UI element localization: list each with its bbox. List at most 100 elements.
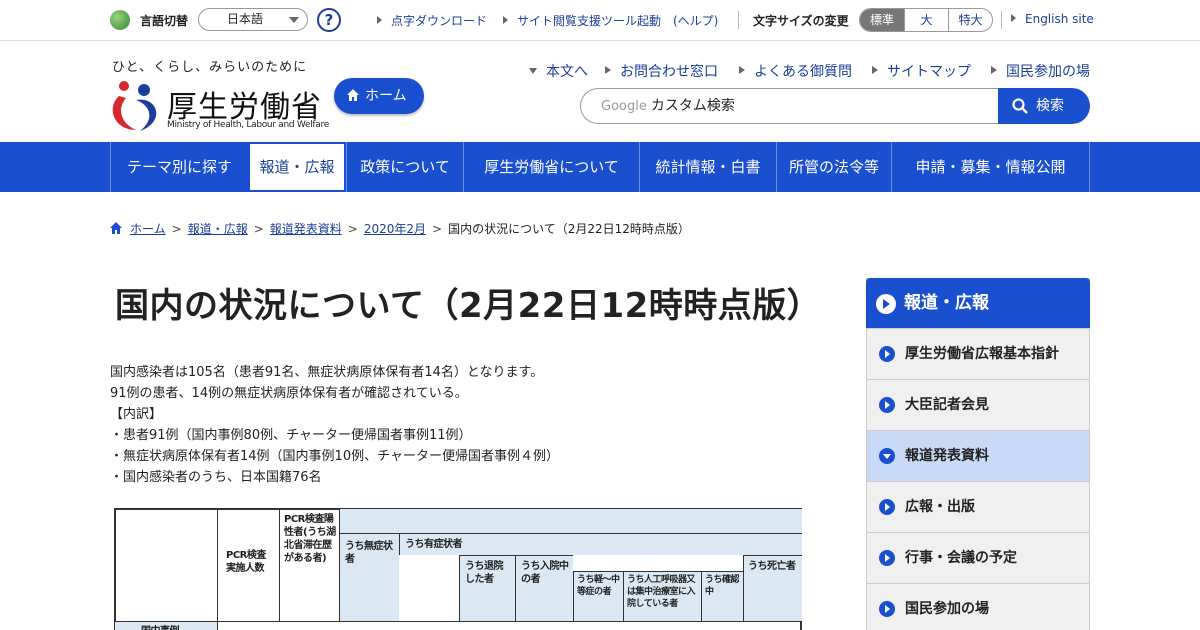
sidebar-item-press-releases[interactable]: 報道発表資料 (867, 430, 1089, 481)
table-corner (115, 509, 217, 621)
header-band (339, 509, 802, 533)
font-size-large-button[interactable]: 大 (904, 9, 948, 31)
breadcrumb-month[interactable]: 2020年2月 (364, 222, 426, 236)
header-deaths: うち死亡者 (743, 555, 802, 621)
search-icon (1012, 98, 1028, 114)
breadcrumb-current: 国内の状況について（2月22日12時時点版） (448, 222, 690, 236)
circle-arrow-icon (879, 550, 895, 566)
breadcrumb: ホーム > 報道・広報 > 報道発表資料 >2020年2月 > 国内の状況について（2月22日… (110, 220, 690, 237)
sidebar-item-pr-policy[interactable]: 厚生労働省広報基本指針 (867, 328, 1089, 379)
sidebar-item-press-conference[interactable]: 大臣記者会見 (867, 379, 1089, 430)
sidebar-heading[interactable]: 報道・広報 (866, 278, 1090, 328)
gnav-item-press[interactable]: 報道・広報 (248, 142, 346, 192)
public-participation-link[interactable]: 国民参加の場 (991, 61, 1090, 81)
sidebar-item-events[interactable]: 行事・会議の予定 (867, 532, 1089, 583)
triangle-right-icon (605, 66, 611, 74)
english-site-link[interactable]: English site (1011, 12, 1094, 26)
language-label: 言語切替 (140, 14, 189, 28)
triangle-right-icon (739, 66, 745, 74)
sidebar-item-label: 広報・出版 (905, 499, 975, 515)
font-size-label: 文字サイズの変更 (753, 14, 849, 28)
header-mild: うち軽〜中等症の者 (573, 571, 623, 621)
circle-arrow-icon (879, 346, 895, 362)
paragraph: 国内感染者は105名（患者91名、無症状病原体保有者14名）となります。 (110, 365, 544, 380)
gnav-item-applications[interactable]: 申請・募集・情報公開 (891, 142, 1090, 192)
breadcrumb-separator: > (171, 222, 182, 236)
header-severe: うち人工呼吸器又は集中治療室に入院している者 (623, 571, 701, 621)
circle-arrow-icon (879, 397, 895, 413)
chevron-down-icon (289, 17, 299, 23)
divider (738, 11, 739, 29)
breadcrumb-press[interactable]: 報道・広報 (188, 222, 248, 236)
globe-icon (110, 10, 130, 30)
breadcrumb-home[interactable]: ホーム (130, 222, 166, 236)
contact-link[interactable]: お問合わせ窓口 (605, 61, 718, 81)
link-label: よくある御質問 (754, 64, 852, 80)
header-discharged: うち退院した者 (459, 555, 515, 621)
triangle-right-icon (991, 66, 997, 74)
paragraph: ・無症状病原体保有者14例（国内事例10例、チャーター便帰国者事例４例） (110, 449, 559, 464)
row-label-domestic: 国内事例 (115, 621, 217, 630)
header-hospitalized: うち入院中の者 (515, 555, 573, 621)
link-label: 国民参加の場 (1006, 64, 1090, 80)
gnav-item-policy[interactable]: 政策について (346, 142, 463, 192)
accessibility-tool-link[interactable]: サイト閲覧支援ツール起動 (ヘルプ) (503, 12, 718, 29)
circle-arrow-icon (879, 601, 895, 617)
circle-arrow-icon (879, 499, 895, 515)
link-label: サイトマップ (887, 64, 971, 80)
page-title: 国内の状況について（2月22日12時時点版） (115, 286, 822, 326)
home-button-label: ホーム (365, 88, 407, 104)
font-size-switcher: 標準 大 特大 (859, 8, 993, 32)
font-size-xlarge-button[interactable]: 特大 (948, 9, 992, 31)
table-row (217, 621, 802, 630)
case-table-image: PCR検査実施人数 PCR検査陽性者(うち湖北省滞在歴がある者) うち無症状者 … (114, 508, 802, 630)
gnav-item-themes[interactable]: テーマ別に探す (110, 142, 248, 192)
language-select[interactable]: 日本語 (198, 8, 308, 31)
faq-link[interactable]: よくある御質問 (739, 61, 852, 81)
language-selected-value: 日本語 (226, 12, 263, 26)
skip-to-content-link[interactable]: 本文へ (529, 61, 588, 81)
sitemap-link[interactable]: サイトマップ (872, 61, 971, 81)
mhlw-logo-icon[interactable] (110, 78, 162, 132)
circle-arrow-icon (876, 294, 896, 314)
utility-bar: 言語切替 日本語 ? 点字ダウンロード サイト閲覧支援ツール起動 (ヘルプ) 文… (0, 0, 1200, 41)
header-confirming: うち確認中 (701, 571, 743, 621)
search-button[interactable]: 検索 (998, 88, 1090, 124)
help-icon[interactable]: ? (317, 8, 341, 32)
sidebar-item-participation[interactable]: 国民参加の場 (867, 583, 1089, 630)
header-pcr-positive: PCR検査陽性者(うち湖北省滞在歴がある者) (279, 509, 339, 621)
gnav-item-about[interactable]: 厚生労働省について (463, 142, 639, 192)
paragraph: ・国内感染者のうち、日本国籍76名 (110, 470, 322, 485)
braille-download-link[interactable]: 点字ダウンロード (377, 12, 487, 29)
breadcrumb-separator: > (253, 222, 264, 236)
sidebar: 報道・広報 厚生労働省広報基本指針 大臣記者会見 報道発表資料 広報・出版 行事… (866, 278, 1090, 630)
breadcrumb-separator: > (432, 222, 443, 236)
sidebar-heading-label: 報道・広報 (904, 293, 989, 313)
article-body: 国内感染者は105名（患者91名、無症状病原体保有者14名）となります。 91例… (110, 362, 559, 488)
paragraph: 【内訳】 (110, 407, 163, 422)
sidebar-item-label: 国民参加の場 (905, 601, 989, 617)
sidebar-item-label: 行事・会議の予定 (905, 550, 1017, 566)
circle-chevron-down-icon (879, 448, 895, 464)
sidebar-item-label: 厚生労働省広報基本指針 (905, 346, 1059, 362)
paragraph: ・患者91例（国内事例80例、チャーター便帰国者事例11例） (110, 428, 472, 443)
link-label: 本文へ (546, 64, 588, 80)
font-size-standard-button[interactable]: 標準 (860, 9, 904, 31)
home-icon (110, 222, 122, 234)
search-button-label: 検索 (1036, 98, 1064, 114)
gnav-item-laws[interactable]: 所管の法令等 (776, 142, 891, 192)
gnav-item-statistics[interactable]: 統計情報・白書 (639, 142, 776, 192)
home-button[interactable]: ホーム (334, 78, 424, 114)
link-label: お問合わせ窓口 (620, 64, 718, 80)
breadcrumb-press-releases[interactable]: 報道発表資料 (270, 222, 342, 236)
sidebar-item-label: 大臣記者会見 (905, 397, 989, 413)
site-logo-english: Ministry of Health, Labour and Welfare (167, 120, 329, 130)
tagline: ひと、くらし、みらいのために (112, 60, 308, 75)
home-icon (347, 89, 359, 101)
search-input[interactable]: Google カスタム検索 (580, 88, 1000, 124)
paragraph: 91例の患者、14例の無症状病原体保有者が確認されている。 (110, 386, 468, 401)
triangle-right-icon (872, 66, 878, 74)
divider (1001, 11, 1002, 29)
header-pcr-tests: PCR検査実施人数 (217, 509, 279, 621)
sidebar-item-publications[interactable]: 広報・出版 (867, 481, 1089, 532)
